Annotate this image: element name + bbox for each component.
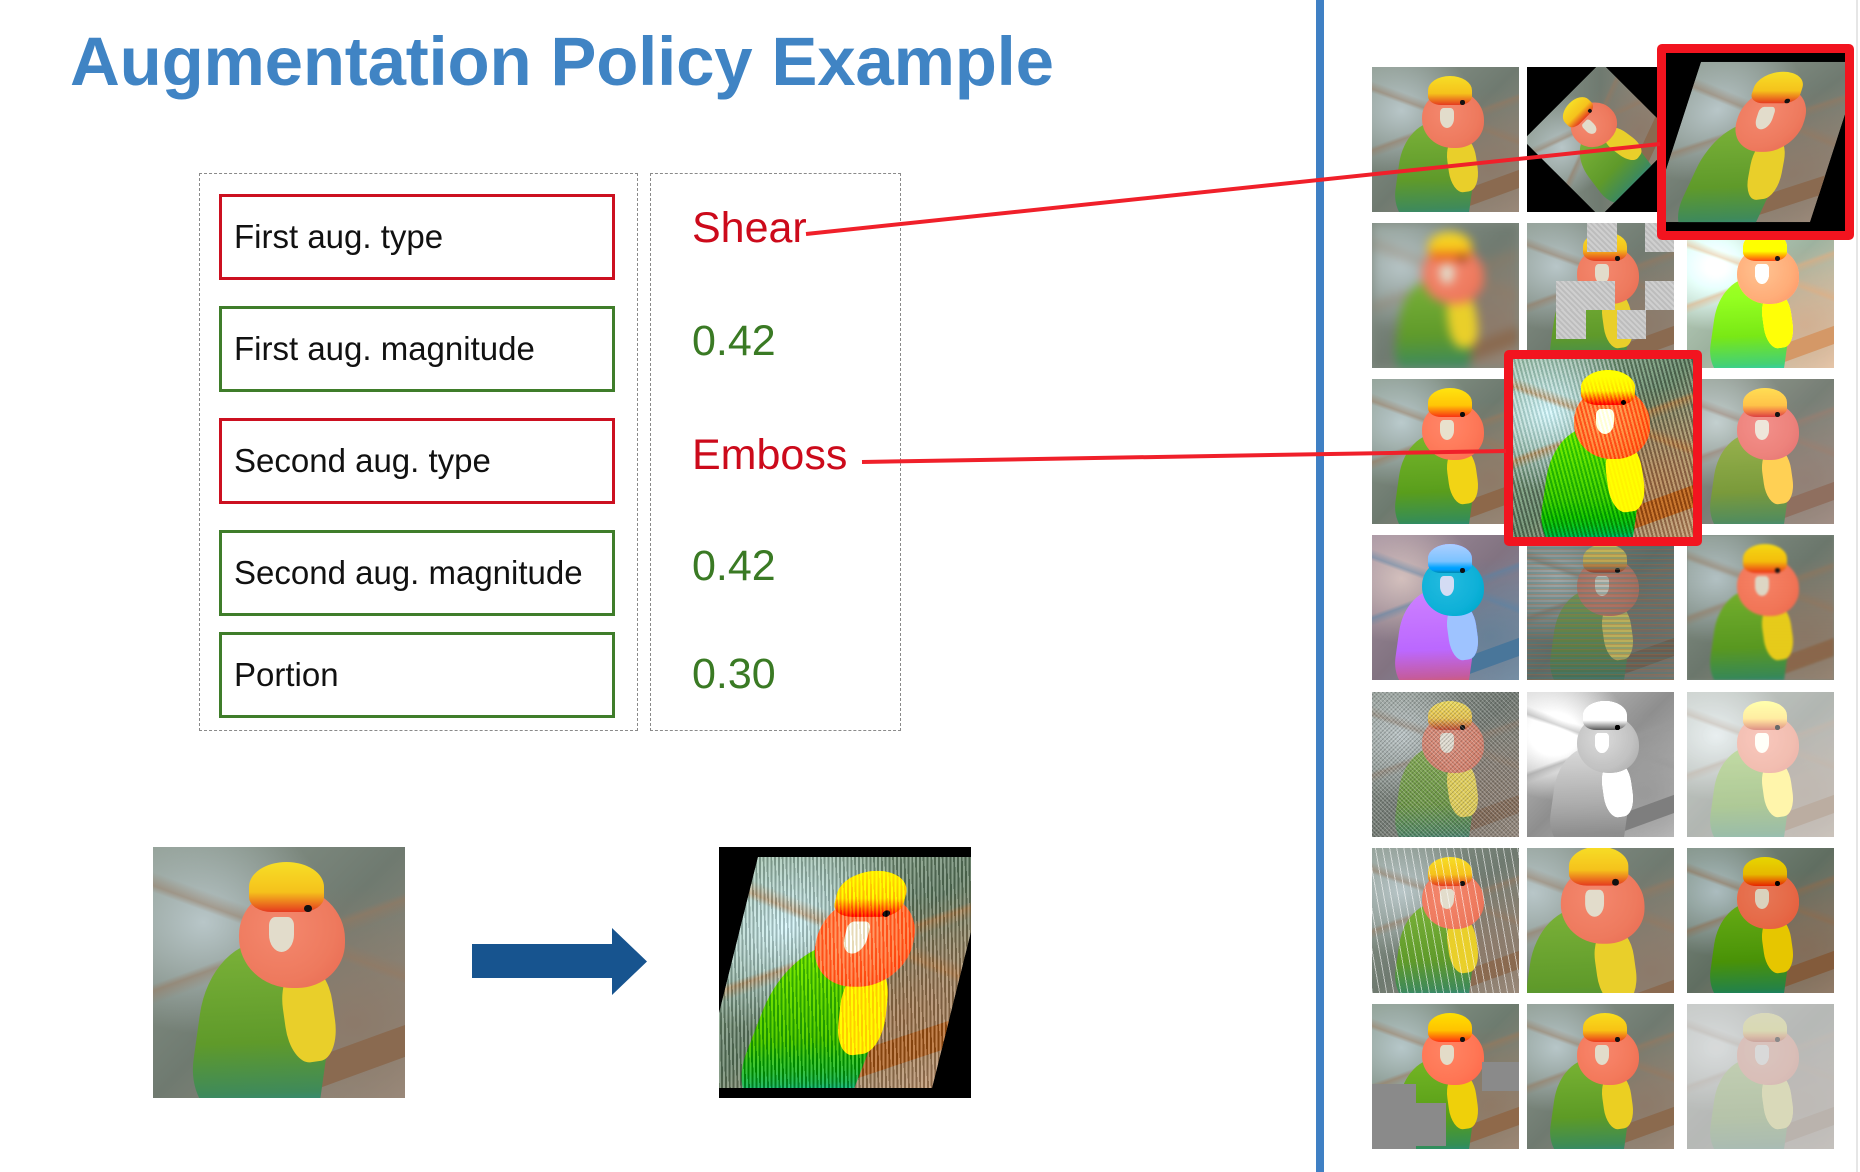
vertical-divider — [1316, 0, 1324, 1172]
thumbnail-segment — [1372, 1004, 1519, 1149]
thumbnail-brightness — [1687, 223, 1834, 368]
arrow-right-icon — [472, 928, 647, 995]
label-portion: Portion — [219, 632, 615, 718]
thumbnail-fog — [1687, 692, 1834, 837]
highlight-emboss — [1504, 350, 1702, 546]
label-text: Second aug. type — [234, 442, 491, 479]
value-second-aug-magnitude: 0.42 — [692, 542, 776, 590]
highlighted-thumbnail-emboss — [1513, 359, 1693, 537]
thumbnail-contrast — [1687, 848, 1834, 993]
label-text: First aug. magnitude — [234, 330, 535, 367]
thumbnail-rain — [1372, 848, 1519, 993]
thumbnail-cutout — [1527, 223, 1674, 368]
thumbnail-original — [1372, 67, 1519, 212]
thumbnail-stripes — [1527, 535, 1674, 680]
thumbnail-color-shift — [1687, 379, 1834, 524]
thumbnail-zoom — [1527, 848, 1674, 993]
value-first-aug-type: Shear — [692, 204, 807, 252]
sheared-embossed-parrot-image — [719, 847, 971, 1098]
thumbnail-wave — [1687, 535, 1834, 680]
value-first-aug-magnitude: 0.42 — [692, 317, 776, 365]
thumbnail-invert — [1372, 535, 1519, 680]
label-text: First aug. type — [234, 218, 444, 255]
label-second-aug-type: Second aug. type — [219, 418, 615, 504]
thumbnail-rotate — [1527, 67, 1674, 212]
highlight-shear — [1657, 44, 1854, 240]
thumbnail-mirror — [1527, 1004, 1674, 1149]
page-title: Augmentation Policy Example — [70, 23, 1054, 100]
thumbnail-blur — [1372, 223, 1519, 368]
right-edge-line — [1856, 0, 1858, 1172]
label-second-aug-magnitude: Second aug. magnitude — [219, 530, 615, 616]
thumbnail-elastic — [1372, 379, 1519, 524]
highlighted-thumbnail-shear — [1666, 53, 1845, 231]
label-first-aug-type: First aug. type — [219, 194, 615, 280]
label-first-aug-magnitude: First aug. magnitude — [219, 306, 615, 392]
value-second-aug-type: Emboss — [692, 431, 848, 479]
thumbnail-solarize — [1527, 692, 1674, 837]
thumbnail-faded — [1687, 1004, 1834, 1149]
value-portion: 0.30 — [692, 650, 776, 698]
label-text: Portion — [234, 656, 339, 693]
label-text: Second aug. magnitude — [234, 554, 583, 591]
thumbnail-noise — [1372, 692, 1519, 837]
original-parrot-image — [153, 847, 405, 1098]
